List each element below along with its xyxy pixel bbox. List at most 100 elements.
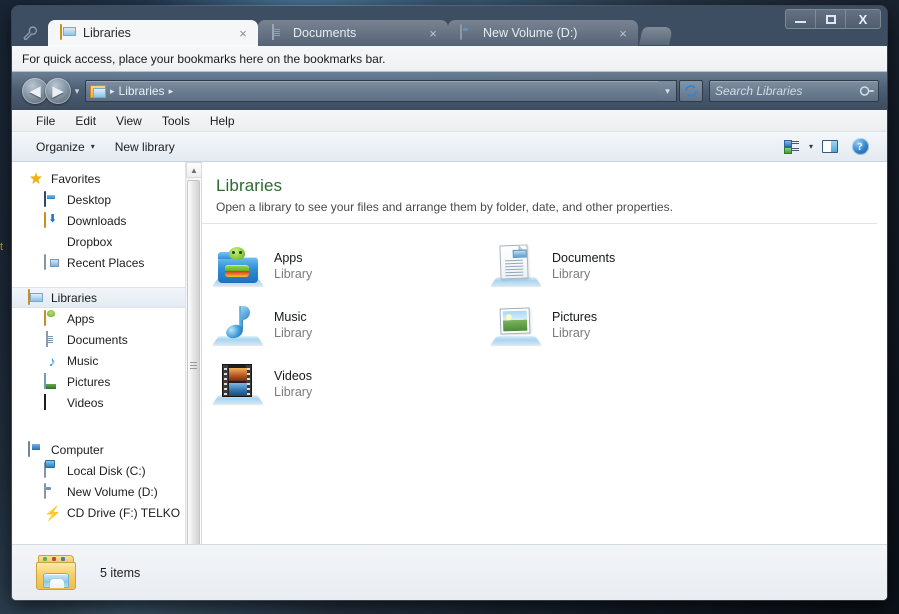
sidebar-item-music[interactable]: ♪ Music	[12, 350, 201, 371]
libraries-folder-icon	[28, 288, 44, 306]
sidebar-group-label: Favorites	[51, 171, 101, 186]
navigation-pane-scrollbar[interactable]: ▲ ▼	[185, 162, 201, 560]
library-item-name: Apps	[274, 250, 303, 265]
command-bar: Organize ▾ New library ▾ ?	[12, 132, 887, 162]
forward-button[interactable]: ▶	[45, 78, 71, 104]
sidebar-item-dropbox[interactable]: Dropbox	[12, 231, 201, 252]
library-item-music[interactable]: Music Library	[210, 295, 488, 354]
chevron-down-icon: ▾	[90, 142, 95, 151]
help-icon: ?	[851, 138, 869, 155]
library-item-type: Library	[274, 325, 313, 340]
recent-pages-button[interactable]: ▾	[71, 86, 83, 97]
command-bar-right: ▾ ?	[779, 136, 879, 158]
address-bar-row: ◀ ▶ ▾ ▸ Libraries ▸ ▾ Search Libraries	[12, 72, 887, 110]
sidebar-item-local-disk-c[interactable]: Local Disk (C:)	[12, 460, 201, 481]
sidebar-item-new-volume-d[interactable]: New Volume (D:)	[12, 481, 201, 502]
library-item-name: Videos	[274, 368, 312, 383]
menu-edit[interactable]: Edit	[65, 111, 106, 131]
library-item-type: Library	[552, 266, 591, 281]
library-item-name: Music	[274, 309, 307, 324]
menu-file[interactable]: File	[26, 111, 65, 131]
address-dropdown-button[interactable]: ▾	[659, 80, 677, 102]
chevron-down-icon[interactable]: ▾	[809, 142, 813, 151]
breadcrumb-separator-icon[interactable]: ▸	[169, 86, 174, 97]
sidebar-item-label: Apps	[67, 311, 95, 326]
refresh-button[interactable]	[679, 80, 703, 102]
sidebar-group-computer[interactable]: Computer	[12, 439, 201, 460]
breadcrumb-item-libraries[interactable]: Libraries	[119, 84, 165, 98]
sidebar-item-label: Documents	[67, 332, 128, 347]
drive-icon	[44, 482, 60, 500]
library-items-grid: Apps Library Documents Library Music Lib…	[202, 224, 887, 413]
menu-help[interactable]: Help	[200, 111, 245, 131]
music-library-icon	[212, 302, 264, 348]
library-item-documents[interactable]: Documents Library	[488, 236, 766, 295]
star-icon: ★	[29, 169, 43, 187]
sidebar-group-favorites[interactable]: ★ Favorites	[12, 168, 201, 189]
library-item-type: Library	[274, 266, 313, 281]
sidebar-item-documents[interactable]: Documents	[12, 329, 201, 350]
new-tab-button[interactable]	[639, 27, 673, 45]
libraries-stack-icon	[34, 553, 80, 593]
sidebar-item-apps[interactable]: Apps	[12, 308, 201, 329]
tab-close-button[interactable]: ×	[616, 26, 630, 40]
sidebar-item-desktop[interactable]: Desktop	[12, 189, 201, 210]
videos-library-icon	[212, 361, 264, 407]
sidebar-item-recent-places[interactable]: Recent Places	[12, 252, 201, 273]
sidebar-item-label: Music	[67, 353, 99, 368]
breadcrumb-separator-icon: ▸	[110, 85, 115, 96]
computer-icon	[28, 440, 44, 458]
documents-library-icon	[490, 243, 542, 289]
preview-pane-icon	[822, 140, 838, 153]
recent-places-icon	[44, 253, 60, 271]
apps-library-icon	[44, 309, 60, 327]
tab-title: New Volume (D:)	[483, 26, 578, 40]
scroll-up-button[interactable]: ▲	[186, 162, 201, 178]
bookmarks-bar[interactable]: For quick access, place your bookmarks h…	[12, 46, 887, 72]
tab-libraries[interactable]: Libraries ×	[48, 20, 258, 46]
browser-titlebar: X Libraries × Documents × New Volume (D:…	[12, 6, 887, 46]
sidebar-group-libraries[interactable]: Libraries	[12, 287, 201, 308]
pictures-library-icon	[490, 302, 542, 348]
tab-close-button[interactable]: ×	[236, 26, 250, 40]
sidebar-item-cd-drive-f[interactable]: ⚡ CD Drive (F:) TELKO	[12, 502, 201, 523]
preview-pane-button[interactable]	[817, 136, 843, 158]
sidebar-item-label: Dropbox	[67, 234, 113, 249]
library-item-videos[interactable]: Videos Library	[210, 354, 488, 413]
sidebar-item-pictures[interactable]: Pictures	[12, 371, 201, 392]
library-item-name: Pictures	[552, 309, 598, 324]
apps-library-icon	[212, 243, 264, 289]
sidebar-item-videos[interactable]: Videos	[12, 392, 201, 413]
new-library-button[interactable]: New library	[105, 136, 185, 158]
document-icon	[270, 24, 286, 41]
change-view-button[interactable]	[779, 136, 805, 158]
sidebar-item-label: Recent Places	[67, 255, 145, 270]
library-item-pictures[interactable]: Pictures Library	[488, 295, 766, 354]
search-input[interactable]: Search Libraries	[715, 84, 859, 98]
pictures-library-icon	[44, 372, 60, 390]
menu-view[interactable]: View	[106, 111, 152, 131]
browser-tools-button[interactable]	[12, 20, 48, 46]
search-box[interactable]: Search Libraries	[709, 80, 879, 102]
scrollbar-thumb[interactable]	[187, 180, 200, 550]
sidebar-item-label: Desktop	[67, 192, 112, 207]
sidebar-group-label: Libraries	[51, 290, 98, 305]
sidebar-item-label: Pictures	[67, 374, 111, 389]
view-layout-icon	[784, 140, 800, 154]
menu-tools[interactable]: Tools	[152, 111, 200, 131]
help-button[interactable]: ?	[847, 136, 873, 158]
documents-library-icon	[44, 330, 60, 348]
tab-new-volume-d[interactable]: New Volume (D:) ×	[448, 20, 638, 46]
tab-close-button[interactable]: ×	[426, 26, 440, 40]
cd-drive-icon: ⚡	[44, 504, 62, 521]
content-pane: Libraries Open a library to see your fil…	[202, 162, 887, 560]
refresh-icon	[685, 85, 697, 97]
tab-documents[interactable]: Documents ×	[258, 20, 448, 46]
desktop-edge-text: t	[0, 241, 4, 253]
library-item-apps[interactable]: Apps Library	[210, 236, 488, 295]
organize-button[interactable]: Organize ▾	[26, 136, 105, 158]
address-breadcrumb-bar[interactable]: ▸ Libraries ▸	[85, 80, 660, 102]
desktop-icon	[44, 190, 60, 208]
status-bar: 5 items	[12, 544, 887, 600]
sidebar-item-downloads[interactable]: Downloads	[12, 210, 201, 231]
